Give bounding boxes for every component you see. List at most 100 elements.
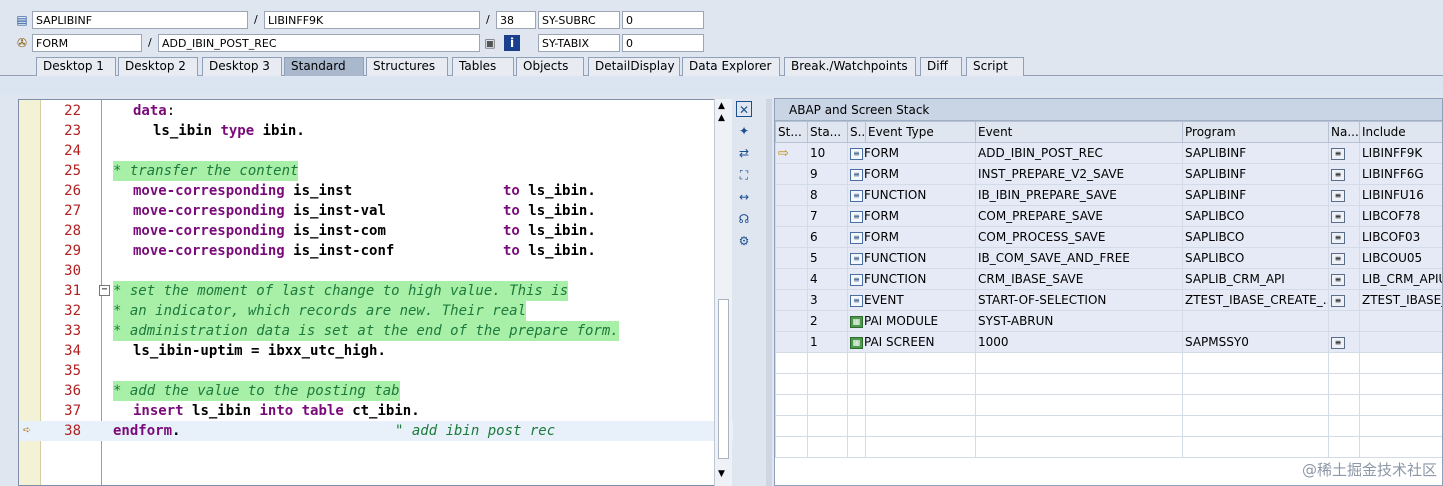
navigate-icon[interactable]: ≡ bbox=[1331, 252, 1345, 265]
col-header-program[interactable]: Program bbox=[1182, 121, 1329, 143]
code-line-31[interactable]: 31 − * set the moment of last change to hi… bbox=[19, 281, 733, 301]
sy-subrc-label-field[interactable]: SY-SUBRC bbox=[538, 11, 620, 29]
code-line-28[interactable]: 28 move-corresponding is_inst-com to ls_ib… bbox=[19, 221, 733, 241]
editor-scrollbar[interactable]: ▲ ▲ ▼ bbox=[714, 99, 732, 486]
col-header-event[interactable]: Event bbox=[975, 121, 1183, 143]
navigate-icon[interactable]: ≡ bbox=[1331, 294, 1345, 307]
code-line-27[interactable]: 27 move-corresponding is_inst-val to ls_ib… bbox=[19, 201, 733, 221]
code-line-24[interactable]: 24 bbox=[19, 141, 733, 161]
tab-desktop-3[interactable]: Desktop 3 bbox=[202, 57, 282, 76]
code-line-33[interactable]: 33 * administration data is set at the en… bbox=[19, 321, 733, 341]
col-header-stack-level[interactable]: Sta... bbox=[807, 121, 848, 143]
tab-detail-display[interactable]: DetailDisplay bbox=[588, 57, 680, 76]
tab-desktop-2[interactable]: Desktop 2 bbox=[118, 57, 198, 76]
navigate-icon[interactable]: ≡ bbox=[1331, 189, 1345, 202]
tab-tables[interactable]: Tables bbox=[452, 57, 514, 76]
code-line-29[interactable]: 29 move-corresponding is_inst-conf to ls_i… bbox=[19, 241, 733, 261]
table-row[interactable]: ⇨ 10 ≡ FORM ADD_IBIN_POST_REC SAPLIBINF ≡… bbox=[775, 142, 1442, 164]
code-line-23[interactable]: 23 ls_ibin type ibin. bbox=[19, 121, 733, 141]
col-header-event-type[interactable]: Event Type bbox=[865, 121, 976, 143]
navigate-cell[interactable]: ≡ bbox=[1328, 331, 1360, 353]
table-row[interactable]: 2 ▦ PAI MODULE SYST-ABRUN bbox=[775, 310, 1442, 332]
code-line-35[interactable]: 35 bbox=[19, 361, 733, 381]
stack-level: 2 bbox=[807, 310, 848, 332]
navigate-cell[interactable]: ≡ bbox=[1328, 247, 1360, 269]
col-header-include[interactable]: Include bbox=[1359, 121, 1442, 143]
tab-script[interactable]: Script bbox=[966, 57, 1024, 76]
maximize-icon[interactable]: ⛶ bbox=[736, 167, 752, 183]
col-header-status[interactable]: St... bbox=[775, 121, 808, 143]
tab-standard[interactable]: Standard bbox=[284, 57, 364, 76]
close-icon[interactable]: ✕ bbox=[736, 101, 752, 117]
event-name-field[interactable]: ADD_IBIN_POST_REC bbox=[158, 34, 480, 52]
expand-width-icon[interactable]: ↔ bbox=[736, 189, 752, 205]
tab-data-explorer[interactable]: Data Explorer bbox=[682, 57, 780, 76]
display-source-icon[interactable]: ▣ bbox=[482, 35, 498, 51]
code-line-36[interactable]: 36 * add the value to the posting tab bbox=[19, 381, 733, 401]
sy-tabix-label-field[interactable]: SY-TABIX bbox=[538, 34, 620, 52]
code-line-38-current[interactable]: ➪ 38 endform. " add ibin post rec bbox=[19, 421, 733, 441]
source-editor[interactable]: 22 data: 23 ls_ibin type ibin. 24 25 * tran… bbox=[18, 99, 733, 486]
include-name: LIBCOF78 bbox=[1359, 205, 1442, 227]
table-row[interactable]: 1 ▦ PAI SCREEN 1000 SAPMSSY0 ≡ bbox=[775, 331, 1442, 353]
swap-icon[interactable]: ⇄ bbox=[736, 145, 752, 161]
event-type-field[interactable]: FORM bbox=[32, 34, 142, 52]
code-line-34[interactable]: 34 ls_ibin-uptim = ibxx_utc_high. bbox=[19, 341, 733, 361]
stack-table: St... Sta... S... Event Type Event Progr… bbox=[775, 121, 1442, 458]
tab-diff[interactable]: Diff bbox=[920, 57, 962, 76]
table-row[interactable]: 5 ≡ FUNCTION IB_COM_SAVE_AND_FREE SAPLIBC… bbox=[775, 247, 1442, 269]
code-line-26[interactable]: 26 move-corresponding is_inst to ls_ibin. bbox=[19, 181, 733, 201]
col-header-navigation[interactable]: Na... bbox=[1328, 121, 1360, 143]
table-row[interactable]: 9 ≡ FORM INST_PREPARE_V2_SAVE SAPLIBINF ≡… bbox=[775, 163, 1442, 185]
new-session-icon[interactable]: ✦ bbox=[736, 123, 752, 139]
navigate-cell[interactable]: ≡ bbox=[1328, 163, 1360, 185]
table-row[interactable]: 3 ≡ EVENT START-OF-SELECTION ZTEST_IBASE_… bbox=[775, 289, 1442, 311]
pai-icon: ▦ bbox=[850, 315, 863, 328]
col-header-s[interactable]: S... bbox=[847, 121, 866, 143]
navigate-cell[interactable]: ≡ bbox=[1328, 226, 1360, 248]
navigate-icon[interactable]: ≡ bbox=[1331, 336, 1345, 349]
tools-icon[interactable]: ⚙ bbox=[736, 233, 752, 249]
include-field[interactable]: LIBINFF9K bbox=[264, 11, 480, 29]
navigate-icon[interactable]: ≡ bbox=[1331, 147, 1345, 160]
event-name: 1000 bbox=[975, 331, 1183, 353]
navigate-icon[interactable]: ≡ bbox=[1331, 273, 1345, 286]
info-icon[interactable]: i bbox=[504, 35, 520, 51]
scroll-down-icon[interactable]: ▼ bbox=[718, 469, 725, 479]
code-line-25[interactable]: 25 * transfer the content bbox=[19, 161, 733, 181]
program-name: SAPLIBCO bbox=[1182, 226, 1329, 248]
line-number: 35 bbox=[64, 363, 81, 379]
scroll-up-icon[interactable]: ▲ bbox=[718, 101, 725, 111]
code-line-30[interactable]: 30 bbox=[19, 261, 733, 281]
navigate-cell[interactable]: ≡ bbox=[1328, 142, 1360, 164]
pane-splitter[interactable] bbox=[766, 99, 772, 486]
table-row[interactable]: 4 ≡ FUNCTION CRM_IBASE_SAVE SAPLIB_CRM_AP… bbox=[775, 268, 1442, 290]
code-line-22[interactable]: 22 data: bbox=[19, 101, 733, 121]
code-line-37[interactable]: 37 insert ls_ibin into table ct_ibin. bbox=[19, 401, 733, 421]
scroll-thumb[interactable] bbox=[718, 299, 729, 459]
navigate-cell[interactable]: ≡ bbox=[1328, 205, 1360, 227]
navigate-cell[interactable]: ≡ bbox=[1328, 289, 1360, 311]
sy-tabix-value-field[interactable]: 0 bbox=[622, 34, 704, 52]
table-row[interactable]: 8 ≡ FUNCTION IB_IBIN_PREPARE_SAVE SAPLIBI… bbox=[775, 184, 1442, 206]
tab-objects[interactable]: Objects bbox=[516, 57, 584, 76]
navigate-icon[interactable]: ≡ bbox=[1331, 168, 1345, 181]
table-row[interactable]: 6 ≡ FORM COM_PROCESS_SAVE SAPLIBCO ≡ LIBC… bbox=[775, 226, 1442, 248]
program-name: ZTEST_IBASE_CREATE_... bbox=[1182, 289, 1329, 311]
collapse-toggle-icon[interactable]: − bbox=[99, 285, 110, 296]
table-row[interactable]: 7 ≡ FORM COM_PREPARE_SAVE SAPLIBCO ≡ LIBC… bbox=[775, 205, 1442, 227]
tab-desktop-1[interactable]: Desktop 1 bbox=[36, 57, 116, 76]
sy-subrc-value-field[interactable]: 0 bbox=[622, 11, 704, 29]
program-field[interactable]: SAPLIBINF bbox=[32, 11, 248, 29]
tab-breakpoints[interactable]: Break./Watchpoints bbox=[784, 57, 916, 76]
navigate-cell[interactable]: ≡ bbox=[1328, 184, 1360, 206]
navigate-cell[interactable]: ≡ bbox=[1328, 268, 1360, 290]
scroll-top-icon[interactable]: ▲ bbox=[718, 113, 725, 123]
line-number: 28 bbox=[64, 223, 81, 239]
line-number-field[interactable]: 38 bbox=[496, 11, 536, 29]
settings-icon[interactable]: ☊ bbox=[736, 211, 752, 227]
navigate-icon[interactable]: ≡ bbox=[1331, 231, 1345, 244]
navigate-icon[interactable]: ≡ bbox=[1331, 210, 1345, 223]
code-line-32[interactable]: 32 * an indicator, which records are new.… bbox=[19, 301, 733, 321]
tab-structures[interactable]: Structures bbox=[366, 57, 448, 76]
